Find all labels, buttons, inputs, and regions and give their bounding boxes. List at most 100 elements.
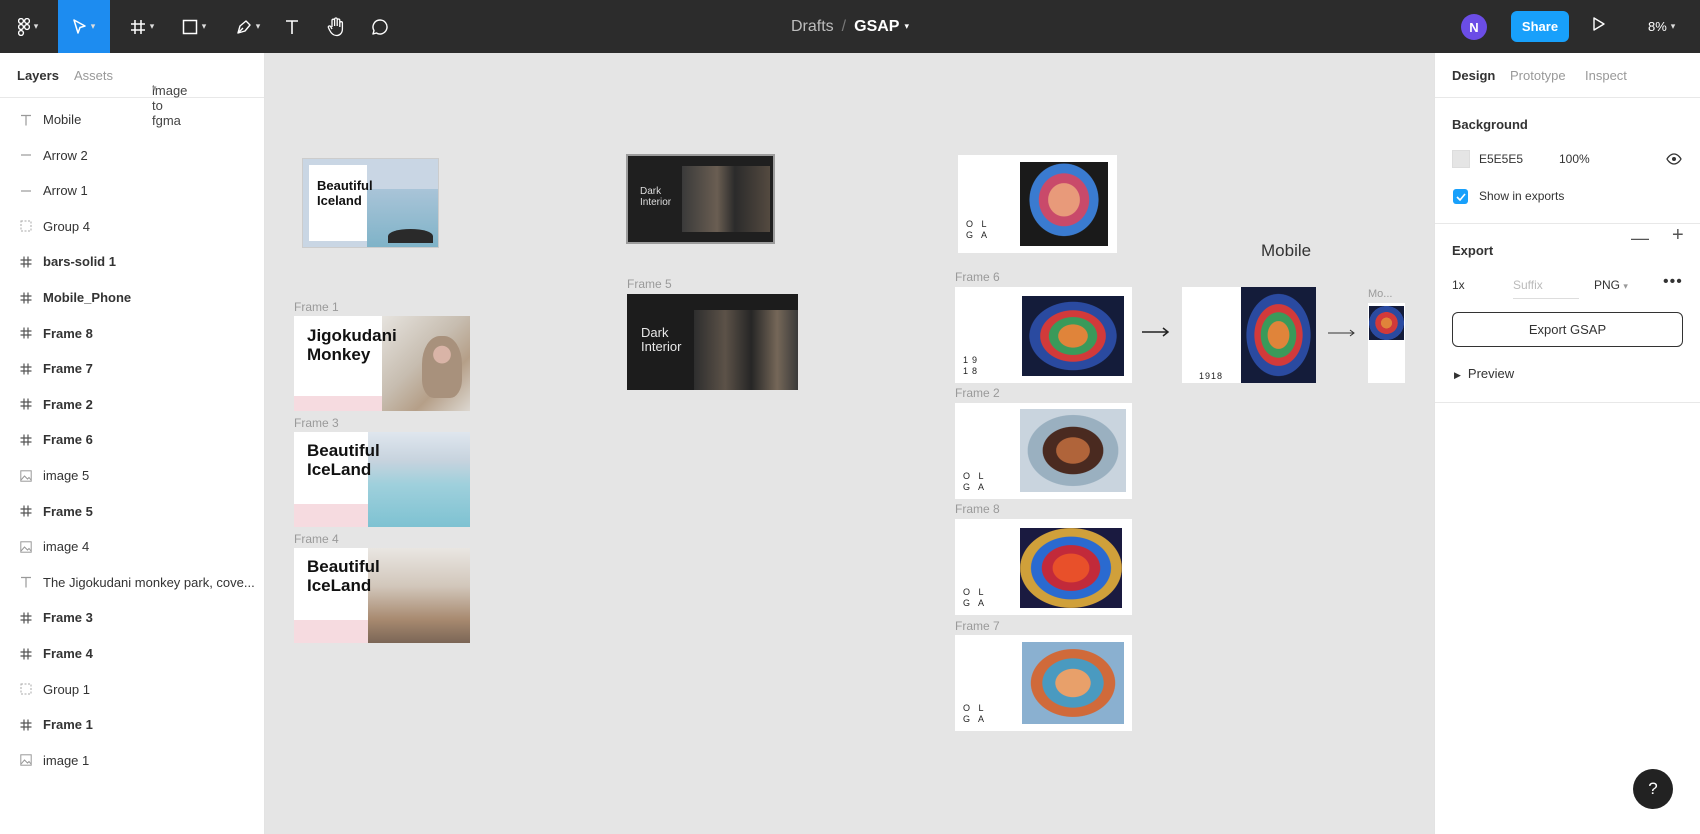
chevron-down-icon[interactable]: ▾	[904, 21, 909, 32]
frame-7[interactable]: O L G A	[955, 635, 1132, 731]
frame-6[interactable]: 19 18	[955, 287, 1132, 383]
mobile-phone-frame[interactable]: 1918	[1182, 287, 1316, 383]
layer-label: Frame 5	[43, 503, 93, 519]
frame-label[interactable]: Frame 4	[294, 532, 339, 546]
show-in-exports-checkbox[interactable]	[1453, 189, 1468, 204]
export-format-select[interactable]: PNG ▾	[1594, 278, 1628, 292]
frame-2[interactable]: O L G A	[955, 403, 1132, 499]
layer-row[interactable]: Frame 6	[0, 422, 264, 457]
thumbnail-dark-interior[interactable]: Dark Interior	[628, 156, 773, 242]
thumbnail-iceland[interactable]: Beautiful Iceland	[303, 159, 438, 247]
background-hex-input[interactable]: E5E5E5	[1479, 152, 1523, 166]
portrait-painting	[1022, 296, 1124, 376]
help-button[interactable]: ?	[1633, 769, 1673, 809]
canvas[interactable]: Beautiful Iceland Frame 1 Jigokudani Mon…	[265, 53, 1434, 834]
thumbnail-portrait[interactable]: O L G A	[958, 155, 1117, 253]
export-settings-button[interactable]: •••	[1663, 273, 1683, 291]
layer-row[interactable]: image 5	[0, 458, 264, 493]
group-icon	[19, 219, 33, 233]
text-icon	[19, 113, 33, 127]
frame-pink-band	[294, 504, 368, 527]
layer-row[interactable]: Arrow 2	[0, 138, 264, 173]
layer-row[interactable]: Arrow 1	[0, 173, 264, 208]
layer-row[interactable]: Mobile_Phone	[0, 280, 264, 315]
frame-label[interactable]: Frame 7	[955, 619, 1000, 633]
hand-tool-button[interactable]	[324, 0, 348, 53]
frame-label[interactable]: Frame 2	[955, 386, 1000, 400]
frame-label[interactable]: Frame 8	[955, 502, 1000, 516]
layer-label: Group 4	[43, 218, 90, 234]
frame-label[interactable]: Frame 1	[294, 300, 339, 314]
layer-row[interactable]: Mobile	[0, 102, 264, 137]
zoom-menu[interactable]: 8% ▾	[1648, 0, 1675, 53]
present-button[interactable]	[1592, 16, 1606, 37]
layer-row[interactable]: Frame 7	[0, 351, 264, 386]
layer-row[interactable]: Group 4	[0, 209, 264, 244]
group-icon	[19, 682, 33, 696]
frame-4[interactable]: Beautiful IceLand	[294, 548, 470, 643]
frame-5[interactable]: Dark Interior	[627, 294, 798, 390]
frame-8[interactable]: O L G A	[955, 519, 1132, 615]
text-tool-button[interactable]	[280, 0, 304, 53]
layer-row[interactable]: The Jigokudani monkey park, cove...	[0, 565, 264, 600]
comment-tool-button[interactable]	[368, 0, 392, 53]
frame-1[interactable]: Jigokudani Monkey	[294, 316, 470, 411]
chevron-down-icon: ▾	[255, 21, 261, 31]
move-tool-button[interactable]: ▾	[58, 0, 110, 53]
visibility-toggle[interactable]	[1666, 152, 1682, 170]
chevron-down-icon: ▾	[33, 21, 39, 31]
arrow-2-icon[interactable]	[1327, 329, 1357, 337]
layer-row[interactable]: Frame 1	[0, 707, 264, 742]
background-section-title: Background	[1452, 117, 1528, 132]
background-color-swatch[interactable]	[1452, 150, 1470, 168]
layer-row[interactable]: image 1	[0, 743, 264, 778]
background-opacity-input[interactable]: 100%	[1559, 152, 1590, 166]
image-icon	[19, 469, 33, 483]
layer-row[interactable]: Frame 2	[0, 387, 264, 422]
export-scale-select[interactable]: 1x	[1452, 278, 1465, 292]
layer-row[interactable]: Frame 4	[0, 636, 264, 671]
frame-hash-icon	[130, 19, 145, 34]
shape-tool-button[interactable]: ▾	[174, 0, 214, 53]
preview-toggle[interactable]: ▶ Preview	[1454, 366, 1514, 381]
portrait-painting	[1369, 306, 1404, 340]
frame-label[interactable]: Frame 3	[294, 416, 339, 430]
frame-label[interactable]: Frame 5	[627, 277, 672, 291]
frame-icon	[19, 255, 33, 269]
tab-layers[interactable]: Layers	[17, 68, 59, 83]
layer-row[interactable]: Frame 8	[0, 316, 264, 351]
breadcrumb-drafts[interactable]: Drafts	[791, 18, 834, 36]
pen-tool-button[interactable]: ▾	[228, 0, 268, 53]
tab-prototype[interactable]: Prototype	[1510, 68, 1566, 83]
arrow-1-icon[interactable]	[1141, 327, 1171, 337]
chevron-down-icon: ▾	[1670, 21, 1676, 31]
layer-row[interactable]: image 4	[0, 529, 264, 564]
frame-icon	[19, 397, 33, 411]
add-export-button[interactable]: +	[1672, 224, 1684, 247]
olga-text: O L G A	[963, 703, 988, 724]
olga-text: O L G A	[966, 219, 991, 240]
export-button[interactable]: Export GSAP	[1452, 312, 1683, 347]
frame-tool-button[interactable]: ▾	[122, 0, 162, 53]
mobile-small-frame[interactable]	[1368, 303, 1405, 383]
frame-pink-band	[294, 620, 368, 643]
layer-row[interactable]: Group 1	[0, 672, 264, 707]
tab-design[interactable]: Design	[1452, 68, 1495, 83]
main-menu-button[interactable]: ▾	[8, 0, 48, 53]
share-button[interactable]: Share	[1511, 11, 1569, 42]
tab-assets[interactable]: Assets	[74, 68, 113, 83]
frame-label[interactable]: Frame 6	[955, 270, 1000, 284]
avatar[interactable]: N	[1461, 14, 1487, 40]
layer-row[interactable]: bars-solid 1	[0, 244, 264, 279]
tab-inspect[interactable]: Inspect	[1585, 68, 1627, 83]
cursor-icon	[72, 18, 86, 34]
frame-label[interactable]: Mo...	[1368, 288, 1392, 300]
mobile-heading[interactable]: Mobile	[1261, 241, 1311, 261]
remove-export-button[interactable]: —	[1631, 228, 1649, 249]
frame-icon	[19, 433, 33, 447]
layer-row[interactable]: Frame 3	[0, 600, 264, 635]
file-name[interactable]: GSAP	[854, 18, 899, 36]
layer-row[interactable]: Frame 5	[0, 494, 264, 529]
export-suffix-input[interactable]: Suffix	[1513, 278, 1543, 292]
frame-3[interactable]: Beautiful IceLand	[294, 432, 470, 527]
